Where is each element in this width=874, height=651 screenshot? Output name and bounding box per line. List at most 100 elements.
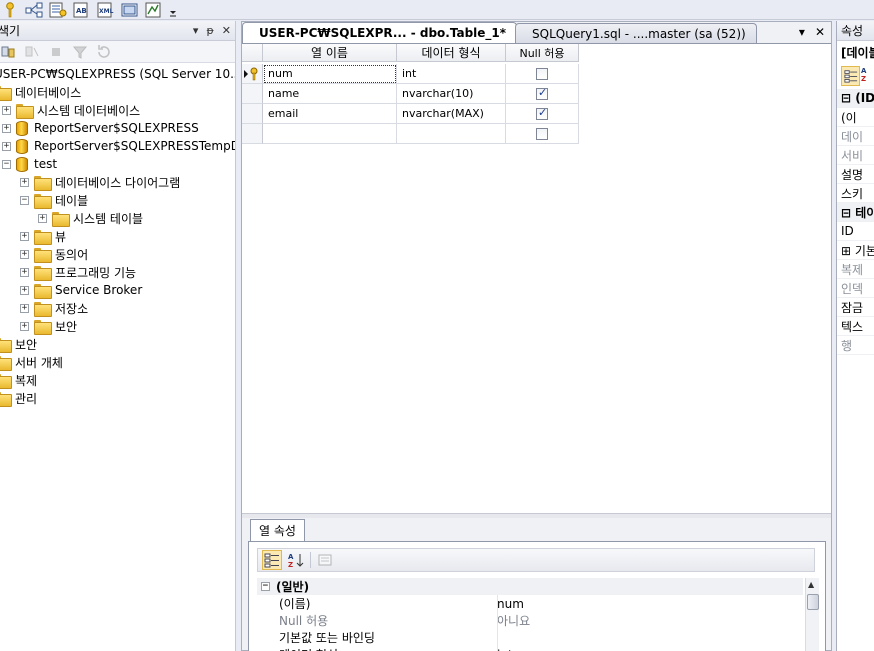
tab-column-properties[interactable]: 열 속성 — [250, 519, 305, 541]
expand-icon[interactable]: + — [20, 249, 29, 259]
scroll-up-icon[interactable]: ▲ — [808, 580, 814, 589]
property-value[interactable]: 아니요 — [497, 612, 530, 629]
tree-node[interactable]: + 시스템 테이블 — [38, 209, 143, 227]
tree-node[interactable]: 복제 — [0, 371, 37, 389]
fulltext-index-icon[interactable]: AB — [72, 1, 92, 19]
designer-splitter[interactable] — [242, 513, 831, 518]
pane-menu-icon[interactable]: ▾ — [193, 24, 199, 37]
data-type-cell[interactable]: int — [397, 64, 506, 84]
column-name-cell[interactable]: num — [263, 64, 397, 84]
property-row[interactable]: ⊟ 테이 — [837, 203, 874, 222]
tree-node[interactable]: 보안 — [0, 335, 37, 353]
property-pages-icon[interactable] — [315, 550, 335, 570]
tree-node[interactable]: 서버 개체 — [0, 353, 63, 371]
expand-icon[interactable]: + — [20, 267, 29, 277]
disconnect-icon[interactable] — [24, 44, 40, 60]
property-row[interactable]: (이 — [837, 108, 874, 127]
row-selector[interactable] — [242, 64, 263, 84]
property-category-general[interactable]: − (일반) — [257, 578, 803, 595]
property-row[interactable]: 기본값 또는 바인딩 — [257, 629, 803, 646]
properties-object-selector[interactable]: [데이블 — [837, 41, 874, 63]
property-row[interactable]: 행 — [837, 336, 874, 355]
tree-node[interactable]: + 저장소 — [20, 299, 88, 317]
property-row[interactable]: Null 허용 아니요 — [257, 612, 803, 629]
check-constraints-icon[interactable] — [120, 1, 140, 19]
pin-icon[interactable]: ᵽ — [206, 24, 213, 37]
property-row[interactable]: 서비 — [837, 146, 874, 165]
column-name-cell[interactable]: name — [263, 84, 397, 104]
tree-node[interactable]: + Service Broker — [20, 281, 142, 299]
property-value[interactable]: num — [497, 597, 524, 611]
tree-node[interactable]: − 테이블 — [20, 191, 88, 209]
column-name-cell[interactable]: email — [263, 104, 397, 124]
tree-node[interactable]: + 동의어 — [20, 245, 88, 263]
categorized-icon[interactable] — [841, 66, 861, 86]
tree-node[interactable]: + 시스템 데이터베이스 — [2, 101, 140, 119]
expand-icon[interactable]: + — [2, 105, 11, 115]
spatial-index-icon[interactable] — [144, 1, 164, 19]
key-icon[interactable] — [0, 1, 20, 19]
alphabetical-sort-icon[interactable]: AZ — [860, 66, 874, 86]
expand-icon[interactable]: + — [2, 141, 11, 151]
tree-node[interactable]: + 프로그래밍 기능 — [20, 263, 136, 281]
data-type-cell[interactable]: nvarchar(MAX) — [397, 104, 506, 124]
toolbar-overflow-icon[interactable] — [168, 1, 178, 19]
allow-nulls-checkbox[interactable] — [536, 127, 548, 140]
allow-nulls-checkbox[interactable] — [536, 67, 548, 80]
categorized-icon[interactable] — [262, 550, 282, 570]
tree-node[interactable]: + 보안 — [20, 317, 77, 335]
property-row[interactable]: ⊟ (ID) — [837, 89, 874, 108]
close-document-icon[interactable]: ✕ — [815, 25, 825, 39]
row-selector[interactable] — [242, 104, 263, 124]
tree-node[interactable]: 데이터베이스 — [0, 83, 81, 101]
column-properties-scrollbar[interactable]: ▲ — [805, 578, 819, 651]
allow-nulls-checkbox[interactable] — [536, 106, 548, 120]
expand-icon[interactable]: + — [20, 177, 29, 187]
tab-list-dropdown-icon[interactable]: ▾ — [799, 25, 805, 39]
relationships-icon[interactable] — [24, 1, 44, 19]
property-row[interactable]: 데이 — [837, 127, 874, 146]
column-name-cell[interactable] — [263, 124, 397, 144]
expand-icon[interactable]: + — [38, 213, 47, 223]
data-type-cell[interactable] — [397, 124, 506, 144]
property-row[interactable]: 잠금 — [837, 298, 874, 317]
tree-node[interactable]: − test — [2, 155, 57, 173]
property-row[interactable]: 복제 — [837, 260, 874, 279]
tree-node[interactable]: USER-PC₩SQLEXPRESS (SQL Server 10.50.1 — [0, 65, 235, 83]
property-row[interactable]: 인덱 — [837, 279, 874, 298]
close-icon[interactable]: ✕ — [222, 24, 231, 37]
connect-icon[interactable] — [0, 44, 16, 60]
property-row[interactable]: 데이터 형식int — [257, 646, 803, 651]
expand-icon[interactable]: + — [20, 321, 29, 331]
refresh-icon[interactable] — [96, 44, 112, 60]
manage-indexes-icon[interactable] — [48, 1, 68, 19]
property-row[interactable]: 텍스 — [837, 317, 874, 336]
alphabetical-sort-icon[interactable]: AZ — [286, 550, 306, 570]
scroll-thumb[interactable] — [807, 594, 819, 610]
tree-node[interactable]: + ReportServer$SQLEXPRESS — [2, 119, 199, 137]
row-selector[interactable] — [242, 124, 263, 144]
expand-icon[interactable]: + — [2, 123, 11, 133]
tab-sql-query[interactable]: SQLQuery1.sql - ....master (sa (52)) — [515, 23, 757, 43]
tab-table-designer[interactable]: USER-PC₩SQLEXPR... - dbo.Table_1* — [242, 22, 518, 43]
tree-node[interactable]: + ReportServer$SQLEXPRESSTempDB — [2, 137, 235, 155]
expand-icon[interactable]: + — [20, 303, 29, 313]
stop-icon[interactable] — [48, 44, 64, 60]
property-row[interactable]: ⊞ 기본 — [837, 241, 874, 260]
row-selector[interactable] — [242, 84, 263, 104]
filter-icon[interactable] — [72, 44, 88, 60]
property-row[interactable]: (이름) num — [257, 595, 803, 612]
property-value[interactable]: int — [497, 648, 513, 651]
allow-nulls-checkbox[interactable] — [536, 86, 548, 100]
property-row[interactable]: ID — [837, 222, 874, 241]
xml-index-icon[interactable]: XML — [96, 1, 116, 19]
tree-node[interactable]: + 뷰 — [20, 227, 66, 245]
collapse-icon[interactable]: − — [2, 159, 11, 169]
collapse-icon[interactable]: − — [20, 195, 29, 205]
tree-node[interactable]: 관리 — [0, 389, 37, 407]
property-row[interactable]: 스키 — [837, 184, 874, 203]
collapse-icon[interactable]: − — [261, 582, 270, 591]
data-type-cell[interactable]: nvarchar(10) — [397, 84, 506, 104]
expand-icon[interactable]: + — [20, 285, 29, 295]
property-row[interactable]: 설명 — [837, 165, 874, 184]
